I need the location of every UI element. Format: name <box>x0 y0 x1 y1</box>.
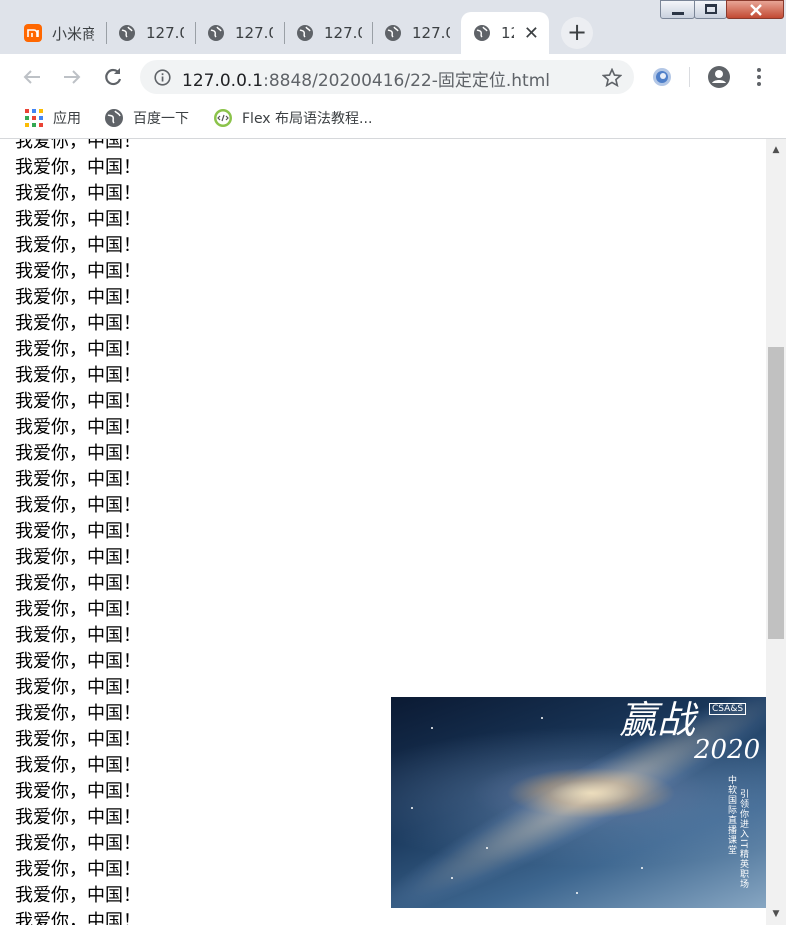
address-bar[interactable]: 127.0.0.1:8848/20200416/22-固定定位.html <box>140 60 634 94</box>
bookmark-apps[interactable]: 应用 <box>24 108 81 128</box>
text-line: 我爱你，中国！ <box>15 911 141 925</box>
window-close-button[interactable] <box>726 0 784 19</box>
text-line: 我爱你，中国！ <box>15 807 141 828</box>
tab-localhost[interactable]: 127.0 <box>195 12 283 54</box>
page-viewport[interactable]: 我爱你，中国！ 我爱你，中国！ 我爱你，中国！ 我爱你，中国！ 我爱你，中国！ 我爱你，中… <box>0 139 766 925</box>
image-year: 2020 <box>694 735 761 765</box>
text-line: 我爱你，中国！ <box>15 339 141 360</box>
apps-grid-icon <box>25 109 43 127</box>
text-line: 我爱你，中国！ <box>15 547 141 568</box>
text-line: 我爱你，中国！ <box>15 625 141 646</box>
forward-icon[interactable] <box>58 63 86 91</box>
minimize-icon <box>672 12 684 15</box>
reload-icon[interactable] <box>99 63 127 91</box>
scroll-thumb[interactable] <box>768 347 784 639</box>
text-line: 我爱你，中国！ <box>15 261 141 282</box>
text-line: 我爱你，中国！ <box>15 183 141 204</box>
globe-icon <box>119 25 135 41</box>
text-line: 我爱你，中国！ <box>15 469 141 490</box>
text-line: 我爱你，中国！ <box>15 599 141 620</box>
globe-icon <box>105 109 123 127</box>
tab-strip: 小米商 127.0 127.0 127.0 127.0 12 ✕ + <box>0 0 786 54</box>
text-line: 我爱你，中国！ <box>15 885 141 906</box>
globe-icon <box>297 25 313 41</box>
text-line: 我爱你，中国！ <box>15 573 141 594</box>
url-text[interactable]: 127.0.0.1:8848/20200416/22-固定定位.html <box>182 66 550 91</box>
extension-icon[interactable] <box>648 63 676 91</box>
globe-icon <box>208 25 224 41</box>
vertical-scrollbar[interactable]: ▲ ▼ <box>766 139 786 925</box>
text-line: 我爱你，中国！ <box>15 391 141 412</box>
tab-localhost[interactable]: 127.0 <box>106 12 194 54</box>
image-calligraphy: 赢战 <box>619 698 696 742</box>
text-line: 我爱你，中国！ <box>15 209 141 230</box>
tab-label: 小米商 <box>52 24 94 43</box>
bookmarks-bar: 应用 百度一下 Flex 布局语法教程... <box>0 100 786 139</box>
profile-avatar-icon[interactable] <box>705 63 733 91</box>
tab-label: 127.0 <box>412 24 450 42</box>
bookmark-label: Flex 布局语法教程... <box>242 111 373 127</box>
tab-label: 127.0 <box>146 24 184 42</box>
tab-label: 12 <box>501 24 514 42</box>
new-tab-button[interactable]: + <box>561 17 593 49</box>
text-line: 我爱你，中国！ <box>15 365 141 386</box>
tab-active[interactable]: 12 ✕ <box>461 12 549 54</box>
text-line: 我爱你，中国！ <box>15 521 141 542</box>
bookmark-label: 百度一下 <box>133 111 189 127</box>
globe-icon <box>385 25 401 41</box>
maximize-button[interactable] <box>694 0 727 19</box>
text-line: 我爱你，中国！ <box>15 651 141 672</box>
close-icon <box>750 4 762 16</box>
text-line: 我爱你，中国！ <box>15 755 141 776</box>
image-vertical-text-right: 引领你进入IT精英职场 <box>738 789 748 890</box>
tab-localhost[interactable]: 127.0 <box>372 12 460 54</box>
close-icon[interactable]: ✕ <box>524 23 539 44</box>
fixed-position-image: 赢战 2020 CSA&S 中软国际直播课堂 引领你进入IT精英职场 <box>391 697 766 908</box>
back-icon[interactable] <box>18 63 46 91</box>
text-line: 我爱你，中国！ <box>15 703 141 724</box>
bookmark-star-icon[interactable] <box>602 68 622 87</box>
tab-xiaomi[interactable]: 小米商 <box>12 12 104 54</box>
text-line: 我爱你，中国！ <box>15 417 141 438</box>
scroll-up-arrow-icon[interactable]: ▲ <box>766 141 786 159</box>
text-line: 我爱你，中国！ <box>15 287 141 308</box>
info-icon[interactable] <box>154 69 171 86</box>
text-line: 我爱你，中国！ <box>15 157 141 178</box>
text-lines: 我爱你，中国！ 我爱你，中国！ 我爱你，中国！ 我爱你，中国！ 我爱你，中国！ 我爱你，中… <box>15 139 141 925</box>
menu-dots-icon[interactable] <box>745 63 773 91</box>
image-logo: CSA&S <box>709 703 747 715</box>
tab-label: 127.0 <box>235 24 273 42</box>
text-line: 我爱你，中国！ <box>15 729 141 750</box>
text-line: 我爱你，中国！ <box>15 859 141 880</box>
bookmark-flex[interactable]: Flex 布局语法教程... <box>213 108 372 128</box>
tab-localhost[interactable]: 127.0 <box>284 12 372 54</box>
bookmark-label: 应用 <box>53 111 81 127</box>
minimize-button[interactable] <box>660 0 695 19</box>
tab-label: 127.0 <box>324 24 362 42</box>
text-line: 我爱你，中国！ <box>15 235 141 256</box>
text-line: 我爱你，中国！ <box>15 781 141 802</box>
text-line: 我爱你，中国！ <box>15 313 141 334</box>
url-host: 127.0.0.1 <box>182 71 264 91</box>
scroll-down-arrow-icon[interactable]: ▼ <box>766 905 786 923</box>
url-path: :8848/20200416/22-固定定位.html <box>263 71 550 91</box>
flex-icon <box>214 109 232 127</box>
browser-toolbar: 127.0.0.1:8848/20200416/22-固定定位.html <box>0 54 786 100</box>
mi-icon <box>24 24 42 42</box>
text-line: 我爱你，中国！ <box>15 495 141 516</box>
globe-icon <box>474 25 490 41</box>
text-line: 我爱你，中国！ <box>15 677 141 698</box>
maximize-icon <box>705 4 717 14</box>
bookmark-baidu[interactable]: 百度一下 <box>104 108 189 128</box>
text-line: 我爱你，中国！ <box>15 443 141 464</box>
text-line: 我爱你，中国！ <box>15 833 141 854</box>
text-line: 我爱你，中国！ <box>15 139 141 152</box>
toolbar-divider <box>689 67 690 87</box>
galaxy-band <box>391 697 766 908</box>
